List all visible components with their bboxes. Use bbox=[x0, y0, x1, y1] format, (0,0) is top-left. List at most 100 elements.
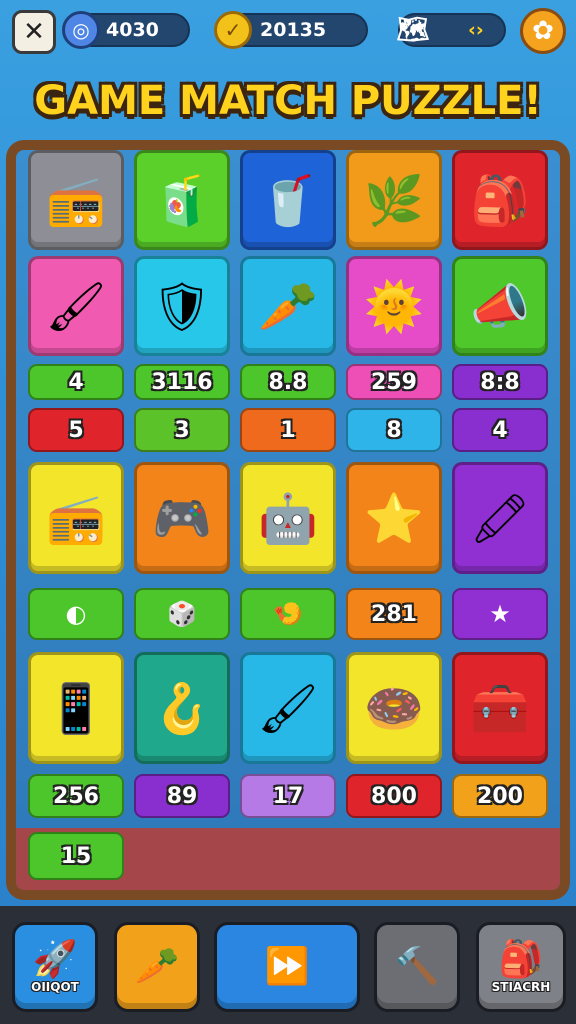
puzzle-tile[interactable]: 🧰 bbox=[452, 652, 548, 764]
star-icon: ⭐ bbox=[364, 490, 424, 547]
number-tile[interactable]: 8 bbox=[346, 408, 442, 452]
bag-icon: 🎒 bbox=[470, 172, 530, 229]
donut-icon: 🍩 bbox=[364, 680, 424, 737]
number-tile[interactable]: 89 bbox=[134, 774, 230, 818]
number-tile[interactable]: 15 bbox=[28, 832, 124, 880]
number-label: 89 bbox=[166, 783, 198, 809]
gamepad-icon: 🎮 bbox=[152, 490, 212, 547]
brush-icon: 🖌 bbox=[45, 278, 107, 335]
puzzle-tile[interactable]: 🖌 bbox=[28, 256, 124, 356]
number-label: 200 bbox=[477, 783, 523, 809]
number-tile[interactable]: 3 bbox=[134, 408, 230, 452]
gem-count: 4030 bbox=[106, 19, 159, 41]
number-label: 8:8 bbox=[480, 369, 520, 395]
puzzle-tile[interactable]: 🧃 bbox=[134, 150, 230, 250]
number-tile[interactable]: 8:8 bbox=[452, 364, 548, 400]
number-tile[interactable]: 5 bbox=[28, 408, 124, 452]
number-label: 800 bbox=[371, 783, 417, 809]
gem-counter: ◎ 4030 bbox=[62, 11, 190, 49]
number-tile[interactable]: 4 bbox=[28, 364, 124, 400]
radio-icon: 📻 bbox=[46, 172, 106, 229]
map-icon: 🗺 bbox=[396, 15, 430, 45]
puzzle-tile[interactable]: 📣 bbox=[452, 256, 548, 356]
number-label: 3116 bbox=[151, 369, 213, 395]
ball-icon: ◐ bbox=[65, 600, 87, 628]
play-button[interactable]: ⏩ bbox=[214, 922, 360, 1012]
leaves-icon: 🌿 bbox=[364, 172, 424, 229]
star-small-icon: ★ bbox=[489, 600, 511, 628]
puzzle-tile[interactable]: 📱 bbox=[28, 652, 124, 764]
number-tile[interactable]: 1 bbox=[240, 408, 336, 452]
number-tile[interactable]: 259 bbox=[346, 364, 442, 400]
backpack-icon: 🎒 bbox=[498, 939, 544, 980]
dice-icon: 🎲 bbox=[167, 600, 197, 628]
number-label: 256 bbox=[53, 783, 99, 809]
puzzle-tile[interactable]: 🎮 bbox=[134, 462, 230, 574]
number-tile[interactable]: 4 bbox=[452, 408, 548, 452]
rocket-button[interactable]: 🚀 OIIQOT bbox=[12, 922, 98, 1012]
sun-icon: 🌞 bbox=[364, 278, 424, 335]
puzzle-tile[interactable]: 🥕 bbox=[240, 256, 336, 356]
device-icon: 🧰 bbox=[470, 680, 530, 737]
rocket-button-label: OIIQOT bbox=[31, 980, 79, 994]
close-icon: ✕ bbox=[23, 17, 45, 47]
number-label: 15 bbox=[60, 843, 92, 869]
item-tile[interactable]: ◐ bbox=[28, 588, 124, 640]
puzzle-tile[interactable]: ⭐ bbox=[346, 462, 442, 574]
item-tile[interactable]: 🍤 bbox=[240, 588, 336, 640]
puzzle-tile[interactable]: 🛡 bbox=[134, 256, 230, 356]
number-label: 259 bbox=[371, 369, 417, 395]
puzzle-tile[interactable]: 📻 bbox=[28, 462, 124, 574]
coin-icon: ✓ bbox=[214, 11, 252, 49]
bag-button[interactable]: 🎒 STIACRH bbox=[476, 922, 566, 1012]
puzzle-tile[interactable]: 🌿 bbox=[346, 150, 442, 250]
puzzle-tile[interactable]: 🥤 bbox=[240, 150, 336, 250]
number-label: 5 bbox=[68, 417, 84, 443]
puzzle-tile[interactable]: 🍩 bbox=[346, 652, 442, 764]
number-label: 17 bbox=[272, 783, 304, 809]
megaphone-icon: 📣 bbox=[470, 278, 530, 335]
map-counter: 🗺 ‹› bbox=[396, 13, 506, 47]
number-tile[interactable]: 8.8 bbox=[240, 364, 336, 400]
number-tile[interactable]: 200 bbox=[452, 774, 548, 818]
fast-forward-icon: ⏩ bbox=[264, 946, 310, 987]
coin-counter: ✓ 20135 bbox=[214, 11, 368, 49]
phone-icon: 📱 bbox=[46, 680, 106, 737]
coin-count: 20135 bbox=[260, 19, 327, 41]
number-label: 3 bbox=[174, 417, 190, 443]
puzzle-tile[interactable]: 🤖 bbox=[240, 462, 336, 574]
carrot-tool-icon: 🥕 bbox=[134, 946, 180, 987]
item-tile[interactable]: 🎲 bbox=[134, 588, 230, 640]
carrot-button[interactable]: 🥕 bbox=[114, 922, 200, 1012]
settings-button[interactable]: ✿ bbox=[520, 8, 566, 54]
crayon-icon: 🖍 bbox=[469, 490, 531, 547]
puzzle-tile[interactable]: 🎒 bbox=[452, 150, 548, 250]
number-tile[interactable]: 281 bbox=[346, 588, 442, 640]
robot-icon: 🤖 bbox=[258, 490, 318, 547]
number-label: 281 bbox=[371, 601, 417, 627]
shrimp-icon: 🍤 bbox=[273, 600, 303, 628]
hammer-button[interactable]: 🔨 bbox=[374, 922, 460, 1012]
number-tile[interactable]: 800 bbox=[346, 774, 442, 818]
juice-box-icon: 🧃 bbox=[152, 172, 212, 229]
boombox-icon: 📻 bbox=[46, 490, 106, 547]
number-tile[interactable]: 256 bbox=[28, 774, 124, 818]
puzzle-tile[interactable]: 🪝 bbox=[134, 652, 230, 764]
item-tile[interactable]: ★ bbox=[452, 588, 548, 640]
game-title: GAME MATCH PUZZLE! bbox=[34, 78, 542, 124]
number-tile[interactable]: 17 bbox=[240, 774, 336, 818]
puzzle-tile[interactable]: 📻 bbox=[28, 150, 124, 250]
paintbrush-icon: 🖌 bbox=[257, 680, 319, 737]
number-label: 8 bbox=[386, 417, 402, 443]
number-label: 1 bbox=[280, 417, 296, 443]
number-label: 4 bbox=[68, 369, 84, 395]
number-label: 8.8 bbox=[268, 369, 308, 395]
close-button[interactable]: ✕ bbox=[12, 10, 56, 54]
number-tile[interactable]: 3116 bbox=[134, 364, 230, 400]
puzzle-tile[interactable]: 🖌 bbox=[240, 652, 336, 764]
puzzle-tile[interactable]: 🌞 bbox=[346, 256, 442, 356]
hammer-icon: 🔨 bbox=[394, 946, 440, 987]
flower-icon: ✿ bbox=[532, 16, 554, 46]
puzzle-tile[interactable]: 🖍 bbox=[452, 462, 548, 574]
glass-icon: 🥤 bbox=[258, 172, 318, 229]
